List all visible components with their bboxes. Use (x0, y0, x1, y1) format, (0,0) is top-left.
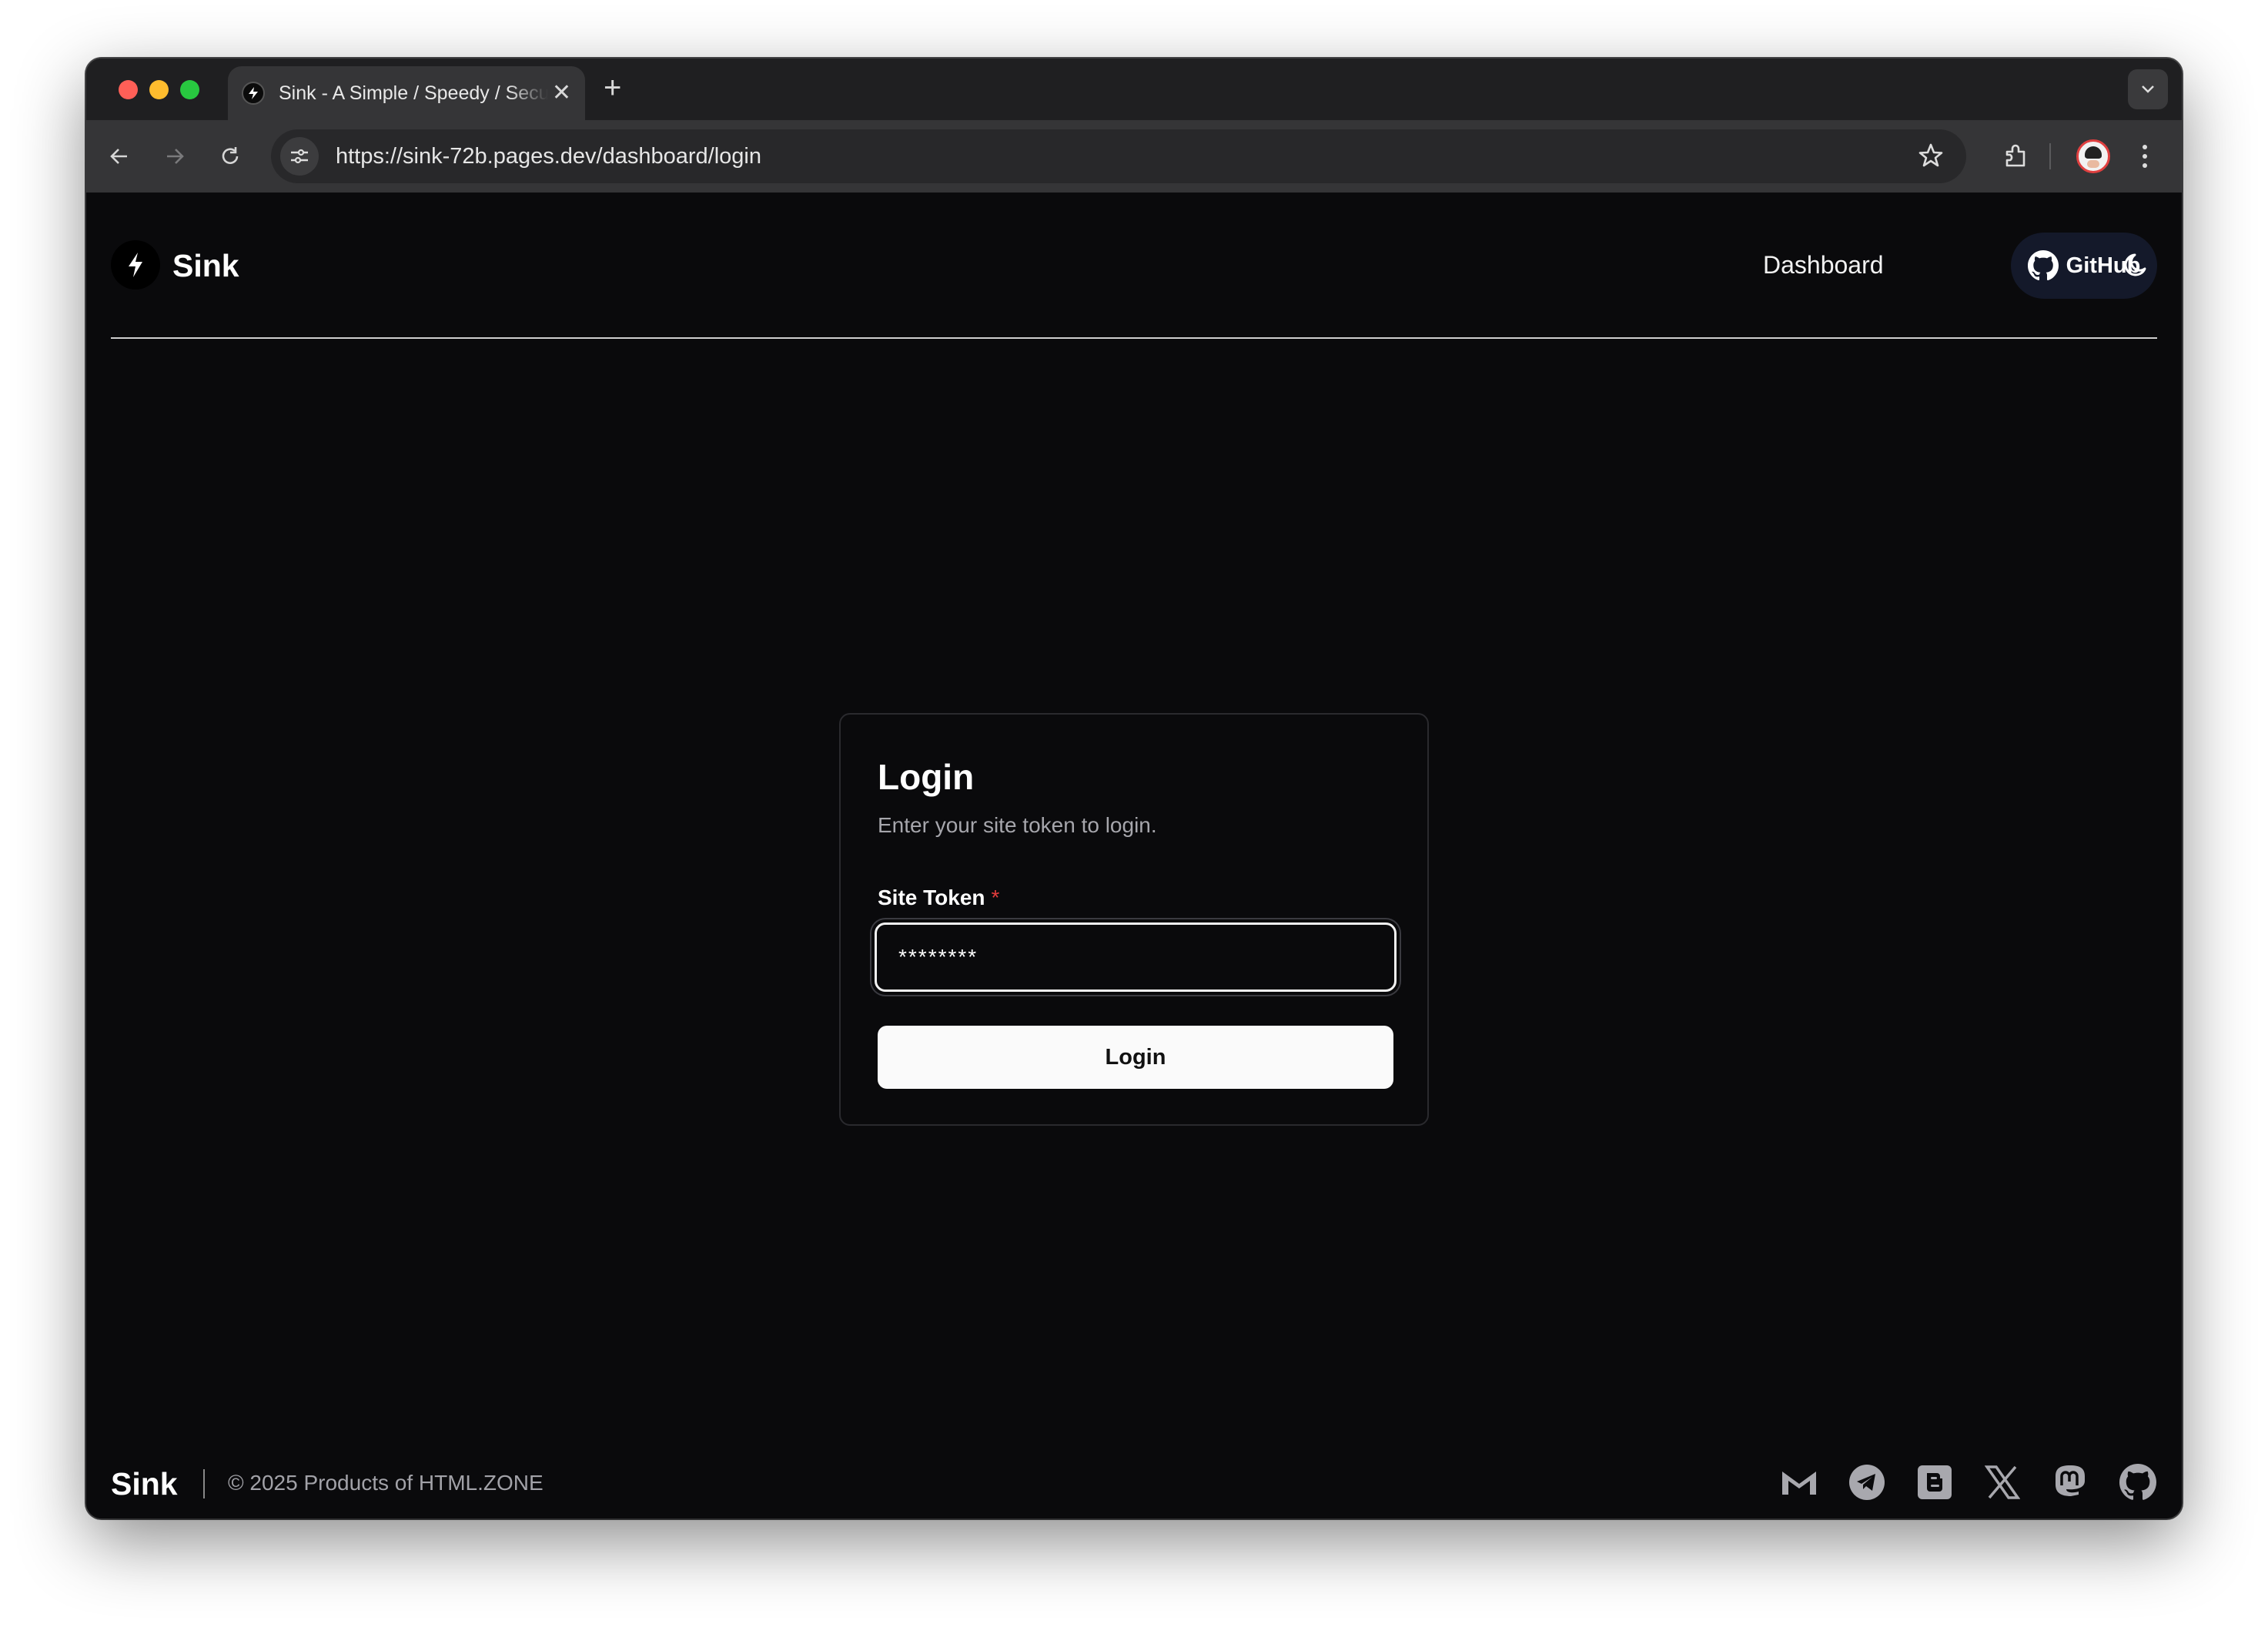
arrow-right-icon (167, 149, 184, 164)
zoom-window-button[interactable] (180, 80, 199, 99)
arrow-left-icon (110, 149, 127, 164)
bolt-icon (242, 82, 265, 105)
gmail-icon[interactable] (1780, 1463, 1818, 1502)
page-content: Sink Dashboard GitHub Login Enter your s… (86, 193, 2182, 1518)
site-token-label: Site Token * (878, 886, 999, 910)
url-text: https://sink-72b.pages.dev/dashboard/log… (336, 143, 761, 169)
footer-divider (203, 1469, 205, 1498)
theme-toggle-button[interactable] (2122, 249, 2153, 284)
site-token-label-text: Site Token (878, 886, 985, 909)
browser-menu-button[interactable] (2129, 137, 2160, 176)
active-tab[interactable]: Sink - A Simple / Speedy / Secure Link S… (228, 66, 585, 120)
site-header: Sink Dashboard GitHub (111, 193, 2157, 339)
login-title: Login (878, 757, 975, 797)
new-tab-button[interactable]: + (604, 72, 621, 103)
reload-icon (222, 147, 239, 164)
avatar (2076, 139, 2110, 173)
telegram-icon[interactable] (1848, 1463, 1886, 1502)
footer-copyright: © 2025 Products of HTML.ZONE (228, 1471, 544, 1495)
browser-window: Sink - A Simple / Speedy / Secure Link S… (86, 59, 2182, 1518)
back-button[interactable] (102, 139, 137, 174)
mastodon-icon[interactable] (2051, 1463, 2089, 1502)
profile-button[interactable] (2074, 137, 2112, 176)
close-window-button[interactable] (119, 80, 138, 99)
github-social-icon[interactable] (2119, 1463, 2157, 1502)
toolbar-divider (2049, 143, 2051, 169)
browser-toolbar: https://sink-72b.pages.dev/dashboard/log… (86, 120, 2182, 193)
login-button[interactable]: Login (878, 1026, 1393, 1089)
more-vertical-icon (2143, 145, 2147, 168)
login-card: Login Enter your site token to login. Si… (839, 713, 1429, 1126)
required-marker: * (991, 886, 1000, 909)
logo-bolt-icon[interactable] (111, 240, 160, 290)
tab-close-icon[interactable]: ✕ (552, 82, 571, 105)
footer-brand[interactable]: Sink (111, 1466, 178, 1502)
moon-icon (2124, 253, 2146, 276)
tab-title: Sink - A Simple / Speedy / Secure Link S… (279, 82, 548, 104)
site-footer: Sink © 2025 Products of HTML.ZONE (111, 1460, 2157, 1506)
reload-button[interactable] (212, 139, 248, 174)
brand-logo[interactable]: Sink (172, 248, 239, 284)
extensions-button[interactable] (1997, 137, 2036, 176)
address-bar[interactable]: https://sink-72b.pages.dev/dashboard/log… (271, 129, 1966, 183)
nav-dashboard-link[interactable]: Dashboard (1763, 251, 1884, 280)
forward-button[interactable] (157, 139, 192, 174)
blogger-icon[interactable] (1915, 1463, 1954, 1502)
minimize-window-button[interactable] (149, 80, 169, 99)
tab-search-button[interactable] (2128, 69, 2168, 109)
chevron-down-icon (2142, 85, 2154, 93)
site-info-icon[interactable] (280, 137, 319, 176)
bookmark-star-icon[interactable] (1917, 142, 1945, 173)
social-links (1780, 1463, 2157, 1502)
github-icon (2027, 250, 2059, 281)
puzzle-icon (2005, 144, 2025, 167)
login-description: Enter your site token to login. (878, 813, 1157, 837)
tab-strip: Sink - A Simple / Speedy / Secure Link S… (86, 59, 2182, 120)
site-token-input[interactable] (875, 922, 1397, 992)
x-icon[interactable] (1983, 1463, 2022, 1502)
